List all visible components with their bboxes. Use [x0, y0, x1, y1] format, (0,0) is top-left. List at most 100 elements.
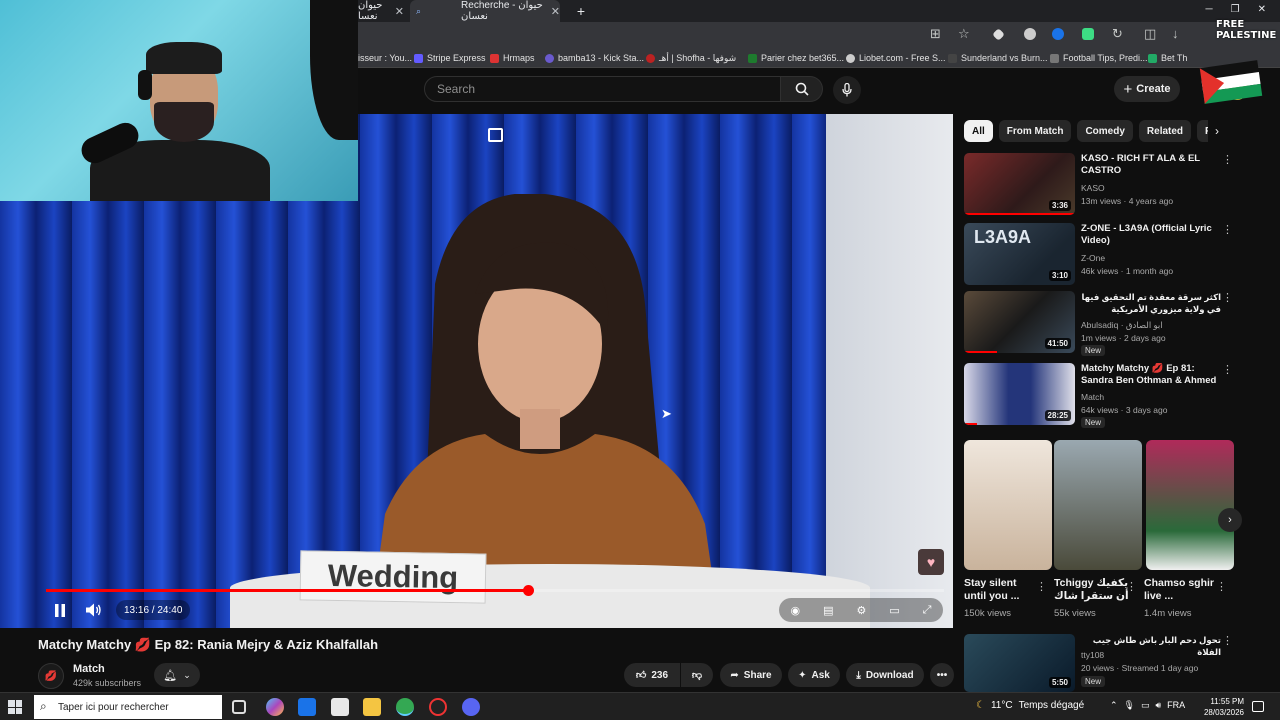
- download-icon[interactable]: ↓: [1172, 26, 1179, 41]
- more-vertical-icon[interactable]: ⋮: [1222, 223, 1233, 236]
- notification-bell-button[interactable]: 🔔︎ ⌄: [154, 663, 200, 687]
- extension-icon[interactable]: [1052, 28, 1064, 40]
- pause-button[interactable]: [46, 597, 74, 623]
- like-button[interactable]: 👍︎ 236: [624, 663, 680, 687]
- microphone-icon[interactable]: 🎙︎: [1124, 700, 1135, 711]
- language-indicator[interactable]: FRA: [1167, 700, 1185, 711]
- network-icon[interactable]: ▭: [1141, 700, 1150, 711]
- channel-name[interactable]: Z-One: [1081, 253, 1105, 263]
- taskbar-clock[interactable]: 11:55 PM 28/03/2026: [1200, 696, 1244, 718]
- voice-search-button[interactable]: [833, 76, 861, 104]
- bookmark-item[interactable]: bamba13 - Kick Sta...: [545, 51, 644, 65]
- ask-button[interactable]: ✦ Ask: [788, 663, 840, 687]
- recommended-video[interactable]: 3:36 KASO - RICH FT ALA & EL CASTRO KASO…: [964, 153, 1234, 219]
- dislike-button[interactable]: 👎︎: [681, 663, 713, 687]
- channel-name[interactable]: Match: [73, 663, 105, 675]
- video-thumbnail[interactable]: 3:36: [964, 153, 1075, 215]
- chip-all[interactable]: All: [964, 120, 993, 142]
- more-actions-button[interactable]: •••: [930, 663, 954, 687]
- browser-tab[interactable]: حيوان نعسا ✕: [358, 0, 404, 22]
- close-tab-icon[interactable]: ✕: [395, 5, 404, 18]
- short-title[interactable]: Chamso sghir live ...: [1144, 577, 1220, 603]
- refresh-extension-icon[interactable]: ↻: [1112, 26, 1123, 42]
- speaker-icon[interactable]: 🔊︎: [1156, 700, 1162, 711]
- more-vertical-icon[interactable]: ⋮: [1222, 291, 1233, 304]
- bookmark-item[interactable]: Bet Th: [1148, 51, 1187, 65]
- bookmark-star-icon[interactable]: ☆: [958, 26, 970, 42]
- copilot-icon[interactable]: [266, 698, 284, 716]
- bookmark-item[interactable]: isseur : You...: [358, 51, 412, 65]
- video-title[interactable]: KASO - RICH FT ALA & EL CASTRO: [1081, 153, 1221, 177]
- autoplay-toggle[interactable]: ◉: [790, 604, 800, 617]
- bookmark-item[interactable]: Hrmaps: [490, 51, 535, 65]
- chip-related[interactable]: Related: [1138, 120, 1192, 142]
- channel-name[interactable]: Abulsadiq · ابو الصادق: [1081, 320, 1163, 331]
- channel-name[interactable]: KASO: [1081, 183, 1105, 193]
- chip-comedy[interactable]: Comedy: [1077, 120, 1133, 142]
- recommended-video[interactable]: 41:50 اكثر سرقة معقدة تم التحقيق فيها في…: [964, 291, 1234, 359]
- close-tab-icon[interactable]: ✕: [551, 5, 560, 18]
- more-vertical-icon[interactable]: ⋮: [1036, 580, 1047, 593]
- download-button[interactable]: ⤓ Download: [846, 663, 924, 687]
- extension-icon[interactable]: [992, 28, 1005, 41]
- install-app-icon[interactable]: ⊞: [930, 26, 941, 42]
- bookmark-item[interactable]: Football Tips, Predi...: [1050, 51, 1148, 65]
- taskbar-search-input[interactable]: ⌕ Taper ici pour rechercher: [34, 695, 222, 719]
- weather-widget[interactable]: ☾ 11°C Temps dégagé: [976, 700, 1084, 711]
- video-title[interactable]: Z-ONE - L3A9A (Official Lyric Video): [1081, 223, 1221, 247]
- bookmark-item[interactable]: Liobet.com - Free S...: [846, 51, 946, 65]
- new-tab-button[interactable]: +: [574, 0, 588, 22]
- search-input[interactable]: Search: [424, 76, 781, 102]
- progress-bar[interactable]: [46, 585, 944, 596]
- channel-watermark-icon[interactable]: ♥: [918, 549, 944, 575]
- bookmark-item[interactable]: Parier chez bet365...: [748, 51, 844, 65]
- video-thumbnail[interactable]: 5:50: [964, 634, 1075, 692]
- channel-name[interactable]: tty108: [1081, 650, 1104, 660]
- video-thumbnail[interactable]: 28:25: [964, 363, 1075, 425]
- fullscreen-icon[interactable]: ⤢: [923, 604, 932, 617]
- video-title[interactable]: اكثر سرقة معقدة تم التحقيق فيها في ولاية…: [1081, 291, 1221, 315]
- browser-icon[interactable]: [396, 698, 414, 716]
- recommended-video[interactable]: 5:50 تحول دحم البار باش طاش جيب الفلاة t…: [964, 634, 1234, 692]
- extension-icon[interactable]: [1082, 28, 1094, 40]
- theater-mode-icon[interactable]: ▭: [889, 604, 899, 617]
- task-view-icon[interactable]: [232, 700, 246, 714]
- settings-gear-icon[interactable]: ⚙: [856, 604, 866, 617]
- channel-avatar[interactable]: 💋: [38, 663, 64, 689]
- short-title[interactable]: Stay silent until you ...: [964, 577, 1040, 603]
- notification-icon[interactable]: [1252, 701, 1264, 712]
- short-thumbnail[interactable]: [964, 440, 1052, 570]
- side-panel-icon[interactable]: ◫: [1144, 26, 1156, 42]
- miniplayer-icon[interactable]: [488, 128, 503, 142]
- short-title[interactable]: Tchiggy يكفيك أن ستقرا شاك: [1054, 577, 1130, 603]
- recommended-video[interactable]: 28:25 Matchy Matchy 💋 Ep 81: Sandra Ben …: [964, 363, 1234, 431]
- share-button[interactable]: ➦ Share: [720, 663, 782, 687]
- chip-from-match[interactable]: From Match: [998, 120, 1072, 142]
- chevron-up-icon[interactable]: ⌃: [1110, 700, 1118, 711]
- more-vertical-icon[interactable]: ⋮: [1222, 634, 1233, 647]
- recommended-video[interactable]: L3A9A 3:10 Z-ONE - L3A9A (Official Lyric…: [964, 223, 1234, 289]
- channel-name[interactable]: Match: [1081, 392, 1104, 402]
- create-button[interactable]: + Create: [1114, 76, 1180, 102]
- discord-icon[interactable]: [462, 698, 480, 716]
- file-explorer-icon[interactable]: [363, 698, 381, 716]
- search-button[interactable]: [781, 76, 823, 102]
- more-vertical-icon[interactable]: ⋮: [1222, 153, 1233, 166]
- chevron-right-icon[interactable]: ›: [1218, 508, 1242, 532]
- more-vertical-icon[interactable]: ⋮: [1222, 363, 1233, 376]
- short-thumbnail[interactable]: [1054, 440, 1142, 570]
- store-icon[interactable]: [331, 698, 349, 716]
- more-vertical-icon[interactable]: ⋮: [1216, 580, 1227, 593]
- chevron-right-icon[interactable]: ›: [1208, 120, 1226, 142]
- mail-icon[interactable]: [298, 698, 316, 716]
- more-vertical-icon[interactable]: ⋮: [1126, 580, 1137, 593]
- video-thumbnail[interactable]: 41:50: [964, 291, 1075, 353]
- video-thumbnail[interactable]: L3A9A 3:10: [964, 223, 1075, 285]
- bookmark-item[interactable]: Stripe Express: [414, 51, 486, 65]
- extension-icon[interactable]: [1024, 28, 1036, 40]
- bookmark-item[interactable]: أهـ | Shofha - شوفها: [646, 51, 736, 65]
- volume-button[interactable]: [80, 597, 108, 623]
- short-thumbnail[interactable]: [1146, 440, 1234, 570]
- bookmark-item[interactable]: Sunderland vs Burn...: [948, 51, 1048, 65]
- subtitles-icon[interactable]: ▤: [823, 604, 833, 617]
